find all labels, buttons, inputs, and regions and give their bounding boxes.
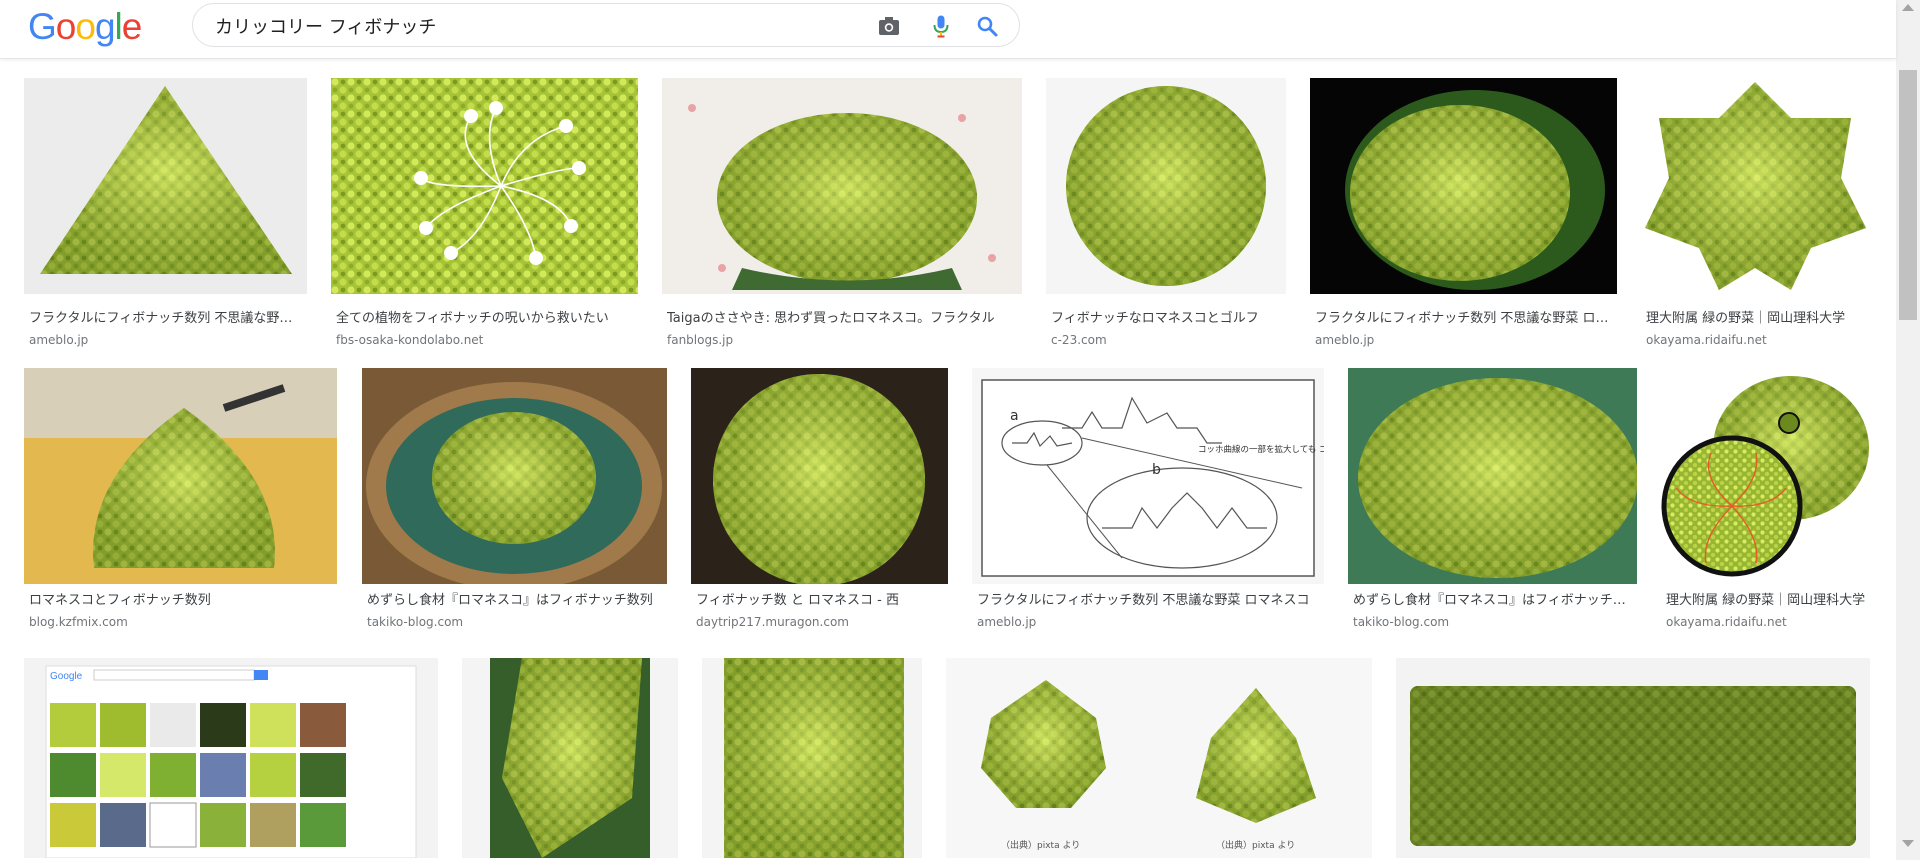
result-title[interactable]: 理大附属 緑の野菜｜岡山理科大学: [1646, 310, 1866, 328]
scrollbar-thumb[interactable]: [1899, 70, 1917, 320]
image-result[interactable]: 理大附属 緑の野菜｜岡山理科大学 okayama.ridaifu.net: [1661, 368, 1871, 636]
result-source[interactable]: ameblo.jp: [977, 614, 1320, 630]
logo-letter: G: [28, 6, 57, 47]
result-source[interactable]: okayama.ridaifu.net: [1646, 332, 1866, 348]
image-result[interactable]: 理大附属 緑の野菜｜岡山理科大学 okayama.ridaifu.net: [1641, 78, 1870, 348]
result-thumbnail[interactable]: [702, 658, 922, 858]
image-result[interactable]: [462, 658, 678, 860]
scroll-up-arrow-icon[interactable]: [1902, 4, 1914, 11]
search-box: [192, 3, 1020, 47]
result-title[interactable]: 理大附属 緑の野菜｜岡山理科大学: [1666, 592, 1867, 610]
search-input[interactable]: [215, 14, 855, 38]
result-title[interactable]: 全ての植物をフィボナッチの呪いから救いたい: [336, 310, 634, 328]
diagram-label-b: b: [1152, 462, 1161, 478]
result-source[interactable]: blog.kzfmix.com: [29, 614, 333, 630]
image-result[interactable]: （出典）pixta より （出典）pixta より: [946, 658, 1372, 860]
result-thumbnail[interactable]: [1396, 658, 1870, 858]
logo-letter: e: [121, 6, 143, 47]
result-title[interactable]: めずらし食材『ロマネスコ』はフィボナッチ数列: [1353, 592, 1633, 610]
result-thumbnail[interactable]: [1046, 78, 1286, 294]
image-result[interactable]: [702, 658, 922, 860]
image-result[interactable]: フィボナッチなロマネスコとゴルフ c-23.com: [1046, 78, 1286, 348]
image-result[interactable]: a b コッホ曲線の一部を拡大しても コッホ曲線が出てくる… フラクタルにフィボ…: [972, 368, 1324, 636]
result-source[interactable]: ameblo.jp: [1315, 332, 1613, 348]
mini-google-logo: Google: [50, 671, 83, 682]
search-icon[interactable]: [975, 14, 999, 38]
result-source[interactable]: fanblogs.jp: [667, 332, 1018, 348]
result-thumbnail[interactable]: [691, 368, 948, 584]
image-result[interactable]: 全ての植物をフィボナッチの呪いから救いたい fbs-osaka-kondolab…: [331, 78, 638, 348]
logo-letter: o: [75, 6, 96, 47]
result-source[interactable]: takiko-blog.com: [367, 614, 663, 630]
result-thumbnail[interactable]: [1641, 78, 1870, 294]
google-logo[interactable]: Google: [28, 5, 143, 49]
result-thumbnail[interactable]: [1661, 368, 1871, 584]
image-result[interactable]: [1396, 658, 1870, 860]
result-title[interactable]: ロマネスコとフィボナッチ数列: [29, 592, 333, 610]
result-source[interactable]: ameblo.jp: [29, 332, 303, 348]
image-result[interactable]: めずらし食材『ロマネスコ』はフィボナッチ数列 takiko-blog.com: [1348, 368, 1637, 636]
result-source[interactable]: fbs-osaka-kondolabo.net: [336, 332, 634, 348]
image-credit: （出典）pixta より: [1001, 839, 1080, 851]
result-thumbnail[interactable]: [331, 78, 638, 294]
result-title[interactable]: Taigaのささやき: 思わず買ったロマネスコ。フラクタル: [667, 310, 1018, 328]
result-source[interactable]: daytrip217.muragon.com: [696, 614, 944, 630]
image-result[interactable]: Google: [24, 658, 438, 860]
result-title[interactable]: フィボナッチ数 と ロマネスコ - 西: [696, 592, 944, 610]
image-result[interactable]: めずらし食材『ロマネスコ』はフィボナッチ数列 takiko-blog.com: [362, 368, 667, 636]
result-thumbnail[interactable]: [662, 78, 1022, 294]
image-result[interactable]: ロマネスコとフィボナッチ数列 blog.kzfmix.com: [24, 368, 337, 636]
result-title[interactable]: めずらし食材『ロマネスコ』はフィボナッチ数列: [367, 592, 663, 610]
result-title[interactable]: フィボナッチなロマネスコとゴルフ: [1051, 310, 1282, 328]
camera-icon[interactable]: [877, 14, 901, 38]
result-thumbnail[interactable]: [1348, 368, 1637, 584]
image-result[interactable]: フラクタルにフィボナッチ数列 不思議な野菜 ロマネスコ ameblo.jp: [1310, 78, 1617, 348]
result-thumbnail[interactable]: （出典）pixta より （出典）pixta より: [946, 658, 1372, 858]
result-title[interactable]: フラクタルにフィボナッチ数列 不思議な野菜 ロマネスコ: [1315, 310, 1613, 328]
header-bar: Google: [0, 0, 1896, 59]
result-title[interactable]: フラクタルにフィボナッチ数列 不思議な野菜 ロマネスコ: [29, 310, 303, 328]
image-result[interactable]: フィボナッチ数 と ロマネスコ - 西 daytrip217.muragon.c…: [691, 368, 948, 636]
diagram-label-a: a: [1010, 408, 1019, 424]
page-scrollbar[interactable]: [1896, 0, 1920, 860]
scroll-down-arrow-icon[interactable]: [1902, 840, 1914, 847]
image-result[interactable]: Taigaのささやき: 思わず買ったロマネスコ。フラクタル fanblogs.j…: [662, 78, 1022, 348]
logo-letter: l: [114, 6, 123, 47]
result-thumbnail[interactable]: a b コッホ曲線の一部を拡大しても コッホ曲線が出てくる…: [972, 368, 1324, 584]
mic-icon[interactable]: [929, 14, 953, 38]
result-source[interactable]: takiko-blog.com: [1353, 614, 1633, 630]
image-credit: （出典）pixta より: [1216, 839, 1295, 851]
result-thumbnail[interactable]: [24, 368, 337, 584]
logo-letter: o: [55, 6, 77, 47]
diagram-note: コッホ曲線の一部を拡大しても コッホ曲線が出てくる…: [1198, 444, 1324, 455]
result-thumbnail[interactable]: [362, 368, 667, 584]
result-thumbnail[interactable]: [24, 78, 307, 294]
logo-letter: g: [94, 6, 116, 47]
result-thumbnail[interactable]: [1310, 78, 1617, 294]
result-thumbnail[interactable]: [462, 658, 678, 858]
image-result[interactable]: フラクタルにフィボナッチ数列 不思議な野菜 ロマネスコ ameblo.jp: [24, 78, 307, 348]
result-title[interactable]: フラクタルにフィボナッチ数列 不思議な野菜 ロマネスコ: [977, 592, 1320, 610]
result-source[interactable]: okayama.ridaifu.net: [1666, 614, 1867, 630]
result-source[interactable]: c-23.com: [1051, 332, 1282, 348]
result-thumbnail[interactable]: Google: [24, 658, 438, 858]
